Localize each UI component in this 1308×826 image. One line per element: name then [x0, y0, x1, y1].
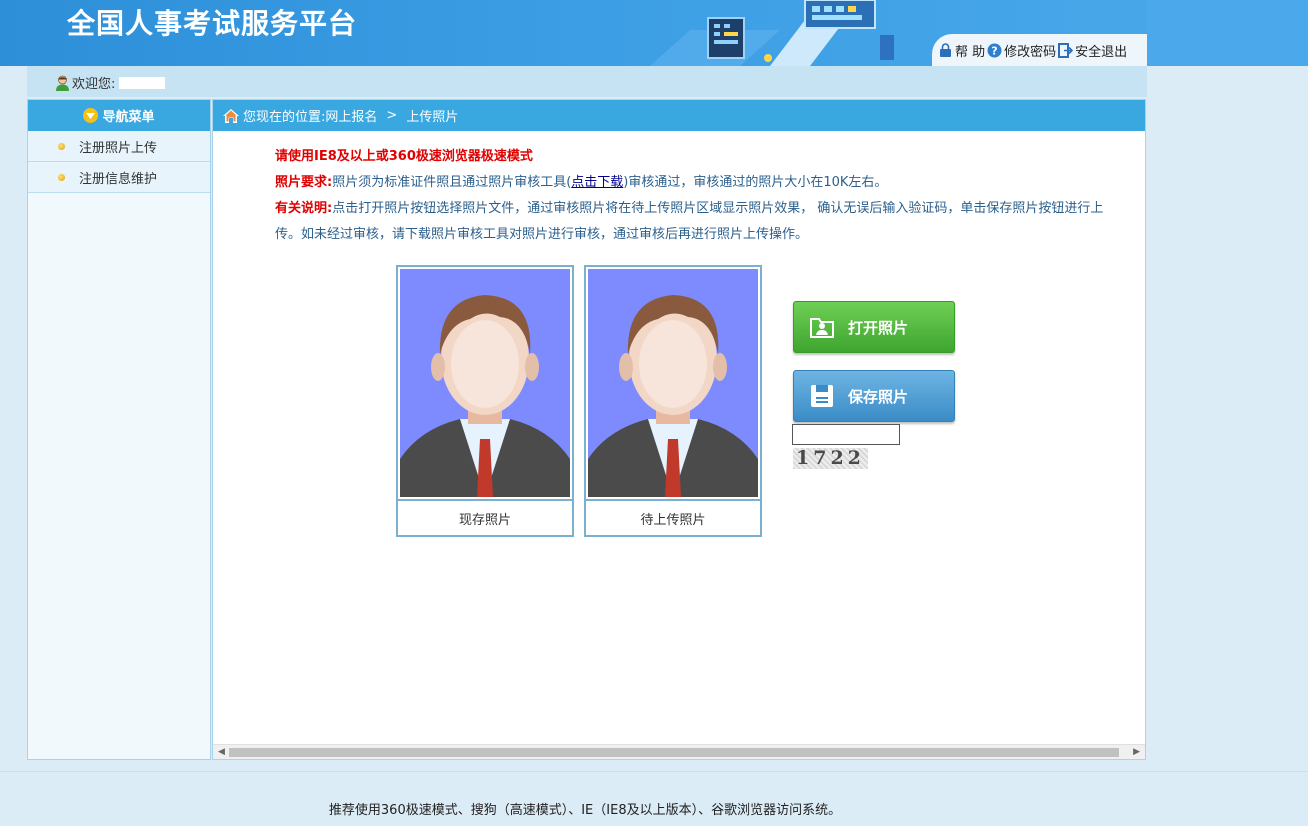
download-tool-link[interactable]: 点击下载: [571, 175, 623, 190]
current-photo-caption: 现存照片: [398, 499, 572, 535]
open-folder-icon: [810, 318, 834, 338]
breadcrumb: 您现在的位置: 网上报名 > 上传照片: [213, 100, 1145, 131]
open-photo-button[interactable]: 打开照片: [793, 301, 955, 353]
breadcrumb-separator: >: [386, 108, 398, 123]
horizontal-scrollbar[interactable]: ◀ ▶: [213, 744, 1145, 759]
help-link[interactable]: 帮 助: [938, 41, 985, 60]
welcome-label: 欢迎您:: [72, 77, 116, 92]
pending-photo: [588, 269, 758, 497]
sidebar: 导航菜单 注册照片上传 注册信息维护: [27, 99, 211, 760]
scroll-left-icon[interactable]: ◀: [218, 747, 225, 757]
header: 全国人事考试服务平台 帮 助 ? 修改密码 安全退出: [0, 0, 1308, 66]
change-password-label: 修改密码: [1004, 44, 1057, 60]
header-right-fill: [1147, 0, 1308, 66]
lock-icon: [940, 42, 951, 57]
current-photo-box: 现存照片: [396, 265, 574, 537]
logout-link[interactable]: 安全退出: [1058, 41, 1127, 60]
photo-requirement: 照片要求:照片须为标准证件照且通过照片审核工具(点击下载)审核通过，审核通过的照…: [275, 170, 1125, 196]
instructions: 请使用IE8及以上或360极速浏览器极速模式 照片要求:照片须为标准证件照且通过…: [275, 144, 1125, 248]
save-disk-icon: [811, 385, 833, 407]
sidebar-item-info-maintain[interactable]: 注册信息维护: [28, 162, 210, 193]
home-icon: [223, 108, 239, 123]
requirement-text-1: 照片须为标准证件照且通过照片审核工具(: [332, 175, 572, 190]
captcha-input[interactable]: [792, 424, 900, 445]
footer: 推荐使用360极速模式、搜狗（高速模式）、IE（IE8及以上版本）、谷歌浏览器访…: [0, 771, 1308, 826]
save-photo-label: 保存照片: [848, 387, 909, 406]
notes-text: 点击打开照片按钮选择照片文件，通过审核照片将在待上传照片区域显示照片效果， 确认…: [275, 201, 1104, 242]
change-password-link[interactable]: ? 修改密码: [987, 41, 1056, 60]
avatar-placeholder-icon: [400, 269, 570, 497]
help-label: 帮 助: [955, 44, 986, 60]
sidebar-item-photo-upload[interactable]: 注册照片上传: [28, 131, 210, 162]
scroll-right-icon[interactable]: ▶: [1133, 747, 1140, 757]
svg-text:?: ?: [991, 44, 997, 57]
bullet-icon: [58, 142, 65, 150]
footer-text: 推荐使用360极速模式、搜狗（高速模式）、IE（IE8及以上版本）、谷歌浏览器访…: [328, 803, 842, 818]
requirement-label: 照片要求:: [275, 175, 333, 190]
related-notes: 有关说明:点击打开照片按钮选择照片文件，通过审核照片将在待上传照片区域显示照片效…: [275, 196, 1125, 248]
chevron-down-icon: [83, 108, 99, 123]
open-photo-label: 打开照片: [848, 318, 909, 337]
requirement-text-2: )审核通过，审核通过的照片大小在10K左右。: [623, 175, 888, 190]
scrollbar-thumb[interactable]: [229, 748, 1119, 757]
captcha-image[interactable]: 1722: [793, 448, 868, 469]
avatar-placeholder-icon: [588, 269, 758, 497]
header-illustration: [650, 0, 894, 66]
browser-tip: 请使用IE8及以上或360极速浏览器极速模式: [275, 149, 533, 164]
welcome-bar: 欢迎您:: [27, 66, 1147, 97]
user-icon: [56, 75, 69, 91]
pending-photo-caption: 待上传照片: [586, 499, 760, 535]
sidebar-item-label: 注册照片上传: [79, 140, 158, 156]
current-photo: [400, 269, 570, 497]
logout-label: 安全退出: [1075, 44, 1128, 60]
nav-menu-title: 导航菜单: [102, 110, 155, 125]
save-photo-button[interactable]: 保存照片: [793, 370, 955, 422]
site-title: 全国人事考试服务平台: [67, 7, 358, 40]
top-links: 帮 助 ? 修改密码 安全退出: [932, 34, 1147, 66]
logout-icon: [1058, 42, 1074, 58]
question-icon: ?: [987, 43, 1002, 57]
main-panel: 您现在的位置: 网上报名 > 上传照片 请使用IE8及以上或360极速浏览器极速…: [212, 99, 1146, 760]
bullet-icon: [58, 173, 65, 181]
notes-label: 有关说明:: [275, 201, 333, 216]
breadcrumb-upload-photo: 上传照片: [406, 110, 459, 125]
username-redacted: [119, 76, 166, 89]
nav-menu-header[interactable]: 导航菜单: [28, 100, 210, 131]
pending-photo-box: 待上传照片: [584, 265, 762, 537]
breadcrumb-prefix: 您现在的位置:: [243, 110, 326, 125]
breadcrumb-online-signup[interactable]: 网上报名: [325, 106, 377, 125]
sidebar-item-label: 注册信息维护: [79, 171, 158, 187]
